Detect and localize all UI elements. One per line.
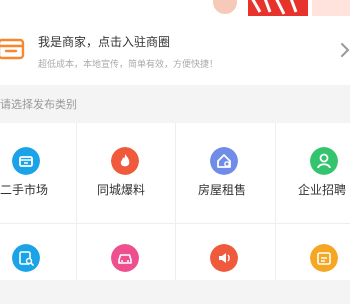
category-item-8[interactable]: [276, 224, 350, 304]
house-icon: [210, 147, 238, 175]
category-item-housing[interactable]: 房屋租售: [176, 123, 276, 203]
merchant-entry-card[interactable]: 我是商家，点击入驻商圈 超低成本，本地宣传，简单有效，方便快捷！: [0, 20, 350, 85]
flame-icon: [111, 147, 139, 175]
merchant-title: 我是商家，点击入驻商圈: [38, 35, 171, 49]
banner-image: [200, 0, 350, 20]
chevron-right-icon: [341, 43, 350, 57]
category-item-local-news[interactable]: 同城爆料: [76, 123, 176, 203]
category-item-7[interactable]: [176, 224, 276, 304]
category-label: 同城爆料: [97, 183, 146, 197]
category-label: 二手市场: [0, 183, 49, 197]
category-item-recruitment[interactable]: 企业招聘: [276, 123, 350, 203]
category-grid: 二手市场 同城爆料 房屋租售 企业招聘: [0, 123, 350, 280]
category-label: 房屋租售: [198, 183, 247, 197]
search-doc-icon: [12, 244, 40, 272]
shop-icon: [0, 38, 25, 60]
car-icon: [111, 244, 139, 272]
speaker-icon: [210, 244, 238, 272]
merchant-subtitle: 超低成本，本地宣传，简单有效，方便快捷！: [38, 60, 219, 70]
category-label: 企业招聘: [298, 183, 347, 197]
box-icon: [12, 147, 40, 175]
category-item-6[interactable]: [76, 224, 176, 304]
person-icon: [310, 147, 338, 175]
category-prompt: 请选择发布类别: [0, 98, 77, 111]
top-banner[interactable]: [0, 0, 350, 20]
card-icon: [310, 244, 338, 272]
